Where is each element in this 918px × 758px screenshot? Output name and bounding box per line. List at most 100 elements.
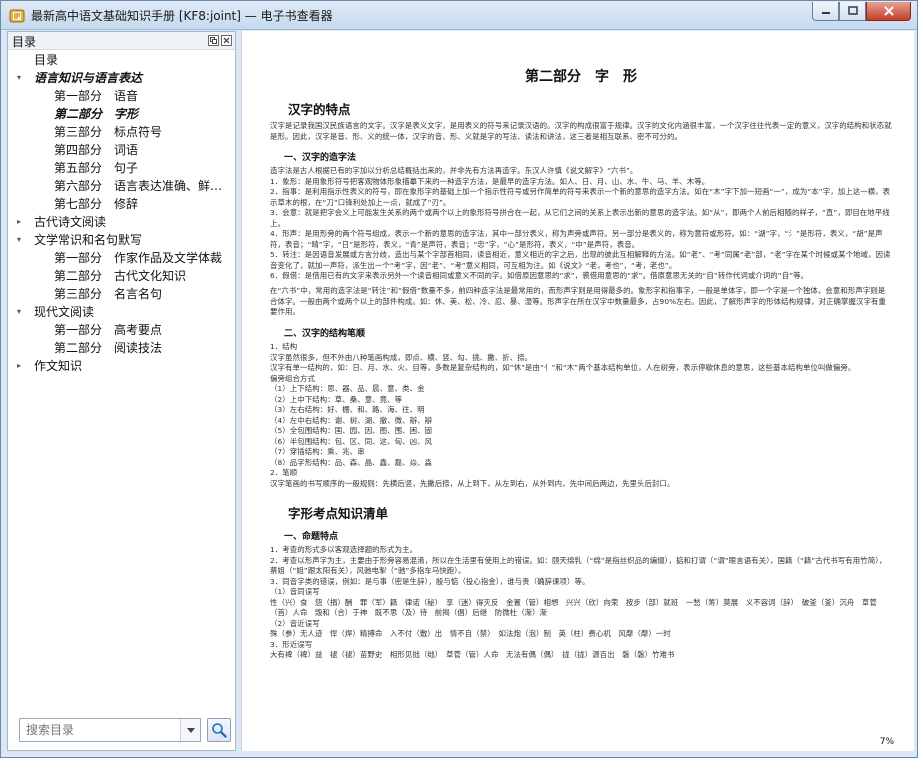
toc-item-label: 文学常识和名句默写 bbox=[34, 233, 143, 247]
toc-item[interactable]: 第三部分 标点符号 bbox=[8, 123, 235, 141]
toc-search-button[interactable] bbox=[207, 718, 231, 742]
expand-down-icon[interactable]: ▾ bbox=[14, 231, 24, 249]
minimize-icon bbox=[821, 12, 830, 14]
toc-item-label: 第三部分 名言名句 bbox=[54, 285, 162, 303]
body-paragraph: 1．结构 汉字虽然很多，但不外由八种笔画构成，即点、横、竖、勾、挑、撇、折、捺。… bbox=[270, 342, 856, 488]
toc-part-number: 第四部分 bbox=[54, 143, 103, 157]
toc-item-label: 第三部分 标点符号 bbox=[54, 123, 162, 141]
subsection-heading: 一、命题特点 bbox=[284, 532, 339, 542]
toc-part-title: 修辞 bbox=[114, 197, 139, 211]
toc-item[interactable]: 第二部分 阅读技法 bbox=[8, 339, 235, 357]
toc-item[interactable]: 第七部分 修辞 bbox=[8, 195, 235, 213]
toc-item[interactable]: 第五部分 句子 bbox=[8, 159, 235, 177]
toc-part-title: 标点符号 bbox=[114, 125, 163, 139]
toc-item-label: 第二部分 古代文化知识 bbox=[54, 267, 186, 285]
toc-part-title: 古代文化知识 bbox=[114, 269, 187, 283]
toc-part-number: 第三部分 bbox=[54, 125, 103, 139]
toc-item[interactable]: 目录 bbox=[8, 51, 235, 69]
toc-title: 目录 bbox=[12, 35, 37, 49]
toc-search-combo[interactable] bbox=[19, 718, 201, 742]
toc-item[interactable]: 第四部分 词语 bbox=[8, 141, 235, 159]
toc-item[interactable]: 第二部分 字形 bbox=[8, 105, 235, 123]
toc-header: 目录 bbox=[8, 32, 235, 50]
toc-item[interactable]: ▸ 作文知识 bbox=[8, 357, 235, 375]
toc-sidebar: 目录 目录 ▾ 语言知识与语言表达 第一部分 语音 第二部分 字形 第三部分 标点符号 第四部分词… bbox=[7, 31, 236, 751]
maximize-button[interactable] bbox=[839, 2, 866, 21]
expand-down-icon[interactable]: ▾ bbox=[14, 69, 24, 87]
toc-item-label: 作文知识 bbox=[34, 359, 83, 373]
toc-part-title: 高考要点 bbox=[114, 323, 163, 337]
body-paragraph: 在“六书”中，常用的造字法是“转注”和“假借”数量不多，前四种造字法是最常用的，… bbox=[270, 286, 886, 316]
window-title: 最新高中语文基础知识手册 [KF8:joint] — 电子书查看器 bbox=[31, 9, 333, 23]
toc-item-label: 语言知识与语言表达 bbox=[34, 71, 143, 85]
toc-item[interactable]: 第一部分 作家作品及文学体裁 bbox=[8, 249, 235, 267]
toc-item-label: 第七部分 修辞 bbox=[54, 195, 138, 213]
search-icon bbox=[212, 723, 227, 738]
undock-icon bbox=[210, 37, 217, 44]
body-paragraph: 1．考查的形式多以客观选择题的形式为主。 2．考查以形声字为主，主要由于形旁容易… bbox=[270, 545, 887, 659]
app-icon bbox=[9, 9, 25, 23]
toc-part-number: 第六部分 bbox=[54, 179, 103, 193]
toc-part-title: 作家作品及文学体裁 bbox=[114, 251, 223, 265]
close-icon bbox=[223, 37, 230, 44]
toc-part-title: 语音 bbox=[114, 89, 139, 103]
toc-item-label: 第一部分 高考要点 bbox=[54, 321, 162, 339]
toc-item-label: 第一部分 语音 bbox=[54, 87, 138, 105]
toc-part-title: 阅读技法 bbox=[114, 341, 163, 355]
chapter-heading: 第二部分 字 形 bbox=[525, 69, 637, 85]
toc-item[interactable]: 第一部分 高考要点 bbox=[8, 321, 235, 339]
undock-button[interactable] bbox=[208, 35, 219, 46]
toc-item-label: 第六部分 语言表达准确、鲜… bbox=[54, 177, 222, 195]
search-dropdown-button[interactable] bbox=[180, 719, 200, 741]
reader-window: 最新高中语文基础知识手册 [KF8:joint] — 电子书查看器 目录 目录 … bbox=[0, 0, 918, 758]
toc-close-button[interactable] bbox=[221, 35, 232, 46]
toc-item-label: 第一部分 作家作品及文学体裁 bbox=[54, 249, 222, 267]
toc-item-label: 古代诗文阅读 bbox=[34, 215, 107, 229]
toc-item[interactable]: ▾ 现代文阅读 bbox=[8, 303, 235, 321]
toc-part-number: 第一部分 bbox=[54, 323, 103, 337]
title-bar[interactable]: 最新高中语文基础知识手册 [KF8:joint] — 电子书查看器 bbox=[1, 1, 917, 30]
toc-item-label: 第四部分 词语 bbox=[54, 141, 138, 159]
body-paragraph: 汉字是记录我国汉民族语言的文字。汉字是表义文字，是用表义的符号来记录汉语的。汉字… bbox=[270, 121, 892, 141]
toc-item-label: 第二部分 字形 bbox=[54, 105, 138, 123]
toc-part-title: 字形 bbox=[114, 107, 139, 121]
toc-part-number: 第二部分 bbox=[54, 269, 103, 283]
chevron-down-icon bbox=[186, 727, 195, 733]
minimize-button[interactable] bbox=[812, 2, 839, 21]
section-heading: 字形考点知识清单 bbox=[288, 506, 389, 521]
toc-item[interactable]: ▾ 语言知识与语言表达 bbox=[8, 69, 235, 87]
toc-item[interactable]: 第二部分 古代文化知识 bbox=[8, 267, 235, 285]
toc-part-number: 第二部分 bbox=[54, 341, 103, 355]
toc-item[interactable]: 第三部分 名言名句 bbox=[8, 285, 235, 303]
toc-part-title: 名言名句 bbox=[114, 287, 163, 301]
toc-item[interactable]: ▸ 古代诗文阅读 bbox=[8, 213, 235, 231]
toc-part-number: 第七部分 bbox=[54, 197, 103, 211]
toc-item-label: 现代文阅读 bbox=[34, 305, 95, 319]
toc-part-title: 词语 bbox=[114, 143, 139, 157]
toc-item[interactable]: ▾ 文学常识和名句默写 bbox=[8, 231, 235, 249]
book-content[interactable]: 第二部分 字 形 汉字的特点汉字是记录我国汉民族语言的文字。汉字是表义文字，是用… bbox=[241, 31, 914, 751]
toc-part-number: 第一部分 bbox=[54, 89, 103, 103]
toc-part-title: 句子 bbox=[114, 161, 139, 175]
toc-item[interactable]: 第一部分 语音 bbox=[8, 87, 235, 105]
subsection-heading: 二、汉字的结构笔顺 bbox=[284, 329, 366, 339]
maximize-icon bbox=[847, 6, 858, 15]
zoom-indicator: 7% bbox=[879, 737, 894, 747]
toc-item-label: 目录 bbox=[34, 53, 59, 67]
toc-item-label: 第五部分 句子 bbox=[54, 159, 138, 177]
toc-part-number: 第一部分 bbox=[54, 251, 103, 265]
toc-tree: 目录 ▾ 语言知识与语言表达 第一部分 语音 第二部分 字形 第三部分 标点符号 第四部分 词语 第五… bbox=[8, 51, 235, 375]
expand-right-icon[interactable]: ▸ bbox=[14, 357, 24, 375]
toc-item[interactable]: 第六部分 语言表达准确、鲜… bbox=[8, 177, 235, 195]
toc-part-title: 语言表达准确、鲜… bbox=[114, 179, 223, 193]
expand-down-icon[interactable]: ▾ bbox=[14, 303, 24, 321]
toc-part-number: 第三部分 bbox=[54, 287, 103, 301]
toc-part-number: 第二部分 bbox=[54, 107, 103, 121]
expand-right-icon[interactable]: ▸ bbox=[14, 213, 24, 231]
body-paragraph: 造字法是古人根据已有的字加以分析总结概括出来的，并非先有方法再造字。东汉人许慎《… bbox=[270, 166, 891, 280]
toc-search-input[interactable] bbox=[20, 719, 180, 741]
close-button[interactable] bbox=[866, 2, 911, 21]
toc-item-label: 第二部分 阅读技法 bbox=[54, 339, 162, 357]
section-heading: 汉字的特点 bbox=[288, 102, 351, 117]
toc-part-number: 第五部分 bbox=[54, 161, 103, 175]
